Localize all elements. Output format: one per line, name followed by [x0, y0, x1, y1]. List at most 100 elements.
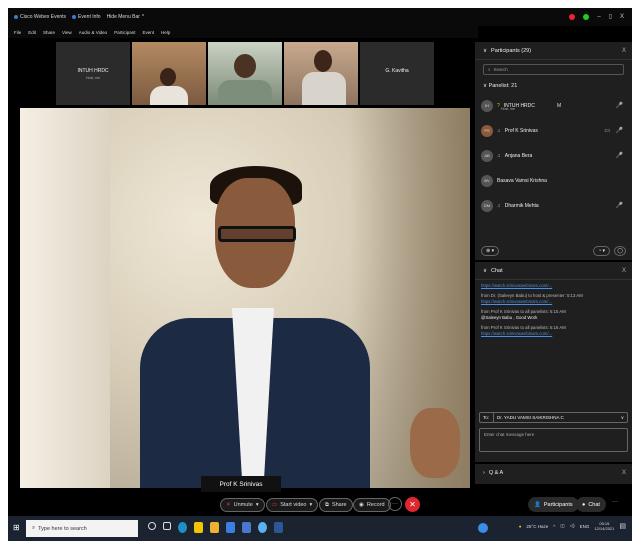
end-meeting-button[interactable]: ✕	[405, 497, 420, 512]
chrome-icon[interactable]	[194, 522, 203, 533]
chat-header[interactable]: ∨ Chat X	[475, 262, 632, 280]
participant-row[interactable]: AB ♫ Anjana Bera 🎤	[475, 143, 632, 168]
participants-toggle-button[interactable]: 👤 Participants	[528, 497, 579, 512]
unmute-button[interactable]: ✕ Unmute ▾	[220, 498, 265, 512]
menu-audio-video[interactable]: Audio & Video	[79, 30, 107, 35]
windows-start-icon[interactable]: ⊞	[13, 523, 20, 532]
event-info-menu[interactable]: Event Info	[72, 14, 101, 20]
language-indicator[interactable]: ENG	[580, 524, 590, 529]
chat-text: @Saleeyn Babu , Good Work	[481, 315, 538, 320]
close-chat-button[interactable]: X	[622, 268, 626, 274]
phone-icon: ♫	[497, 152, 501, 159]
connection-indicator-icon	[583, 13, 590, 20]
event-info-label: Event Info	[78, 14, 101, 20]
participant-name: Basava Vamsi Krishna	[497, 177, 547, 184]
participant-row[interactable]: IH ? INTUH HRDC Host, me M 🎤	[475, 93, 632, 118]
mic-muted-icon[interactable]: 🎤	[616, 152, 623, 159]
more-panels-button[interactable]: ···	[612, 499, 618, 505]
thumbnail-video-2[interactable]	[208, 42, 282, 105]
panelist-group-header[interactable]: ∨ Panelist: 21	[475, 79, 632, 93]
close-qa-button[interactable]: X	[622, 470, 626, 476]
chat-title: Chat	[491, 267, 503, 274]
app-icon[interactable]	[274, 522, 283, 533]
menu-edit[interactable]: Edit	[28, 30, 36, 35]
qa-title: Q & A	[488, 470, 504, 476]
notifications-icon[interactable]: ▤	[619, 522, 626, 530]
menu-event[interactable]: Event	[142, 30, 154, 35]
more-options-button[interactable]: ···	[388, 497, 402, 511]
taskbar-search-input[interactable]: ⌕ Type here to search	[26, 520, 138, 537]
phone-icon: ♫	[497, 202, 501, 209]
avatar: BV	[481, 174, 493, 187]
chat-message: from Prof K Srinivas to all panelists: 5…	[481, 309, 626, 321]
recipient-value: Dr. YADU VAMSI SAIKRISHNA C	[497, 415, 564, 420]
thumbnail-video-3[interactable]	[284, 42, 358, 105]
webex-app-menu[interactable]: Cisco Webex Events	[14, 14, 66, 20]
share-button[interactable]: ⧉ Share	[319, 498, 353, 512]
chat-message: https://watch.srinivaswebinars.com/...	[481, 283, 626, 289]
thumbnail-g-kavitha[interactable]: G. Kavitha	[360, 42, 434, 105]
close-window-button[interactable]: X	[620, 14, 624, 20]
edge-icon[interactable]	[178, 522, 187, 533]
weather-text[interactable]: 25°C Haze	[526, 524, 548, 529]
volume-icon[interactable]: ◁)	[570, 523, 575, 529]
menu-file[interactable]: File	[14, 30, 21, 35]
hide-menu-bar-button[interactable]: Hide Menu Bar ^	[107, 14, 145, 20]
tray-chevron-icon[interactable]: ^	[553, 524, 555, 529]
task-view-icon[interactable]	[163, 522, 171, 530]
mic-muted-icon[interactable]: 🎤	[616, 202, 623, 209]
store-icon[interactable]	[226, 522, 235, 533]
chat-message-input[interactable]: Enter chat message here	[479, 428, 628, 452]
record-button[interactable]: ◉ Record	[353, 498, 391, 512]
thumbnail-name: INTUH HRDC	[77, 68, 109, 74]
participant-row[interactable]: DM ♫ Dharmik Mehta 🎤	[475, 193, 632, 218]
thumbnail-video-1[interactable]	[132, 42, 206, 105]
qa-header[interactable]: › Q & A X	[475, 464, 632, 482]
chat-link[interactable]: https://watch.srinivaswebinars.com/...	[481, 283, 626, 289]
more-panels-icon: ···	[612, 499, 618, 505]
participant-body	[302, 72, 346, 105]
avatar: DM	[481, 199, 493, 212]
mail-icon[interactable]	[242, 522, 251, 533]
start-video-button[interactable]: ▭ Start video ▾	[266, 498, 319, 512]
file-explorer-icon[interactable]	[210, 522, 219, 533]
network-icon[interactable]: ◫	[560, 523, 564, 529]
mic-on-icon[interactable]: 🎤	[616, 127, 623, 134]
participant-search-input[interactable]: ⌕ Search	[483, 64, 624, 75]
participant-video	[160, 68, 176, 86]
chat-recipient-select[interactable]: Dr. YADU VAMSI SAIKRISHNA C ∨	[493, 413, 627, 422]
minimize-button[interactable]: –	[597, 14, 600, 20]
add-participant-button[interactable]: ⊕ ▾	[481, 246, 500, 256]
mic-muted-icon[interactable]: 🎤	[616, 102, 623, 109]
menu-help[interactable]: Help	[161, 30, 170, 35]
participant-name: Dharmik Mehta	[504, 202, 539, 209]
webex-logo-icon	[14, 15, 18, 19]
participant-video	[314, 50, 332, 72]
clock[interactable]: 05:15 12/14/2021	[594, 521, 614, 531]
participants-header[interactable]: ∨ Participants (29) X	[475, 42, 632, 60]
chat-toggle-button[interactable]: ● Chat	[576, 497, 606, 512]
search-icon: ⌕	[488, 67, 491, 72]
mute-all-button[interactable]: ◔ ▾	[593, 246, 610, 256]
meeting-controls: ✕ Unmute ▾ ▭ Start video ▾ ⧉ Share ◉ Record ··…	[8, 494, 632, 516]
participant-video	[234, 54, 256, 78]
chat-link[interactable]: https://watch.srinivaswebinars.com/...	[481, 299, 626, 305]
speaker-name-label: Prof K Srinivas	[201, 476, 281, 492]
unmute-label: Unmute	[233, 502, 253, 508]
participant-row[interactable]: BV Basava Vamsi Krishna	[475, 168, 632, 193]
chat-link[interactable]: https://watch.srinivaswebinars.com/...	[481, 331, 626, 337]
webex-taskbar-icon[interactable]	[258, 522, 267, 533]
maximize-button[interactable]: ▯	[609, 13, 612, 20]
menu-participant[interactable]: Participant	[114, 30, 135, 35]
thumbnail-intuh-hrdc[interactable]: INTUH HRDC Host, me	[56, 42, 130, 105]
chrome-tray-icon[interactable]	[478, 523, 488, 533]
menu-share[interactable]: Share	[43, 30, 55, 35]
close-participants-button[interactable]: X	[622, 48, 626, 54]
chevron-right-icon: ›	[483, 470, 485, 476]
more-participants-options-button[interactable]: ◯	[614, 246, 626, 256]
cortana-icon[interactable]	[148, 522, 156, 530]
menu-view[interactable]: View	[62, 30, 72, 35]
participant-row[interactable]: PS ♫ Prof K Srinivas ▭ 🎤	[475, 118, 632, 143]
hide-menu-label: Hide Menu Bar	[106, 14, 140, 20]
cursor-icon: M	[557, 103, 562, 109]
